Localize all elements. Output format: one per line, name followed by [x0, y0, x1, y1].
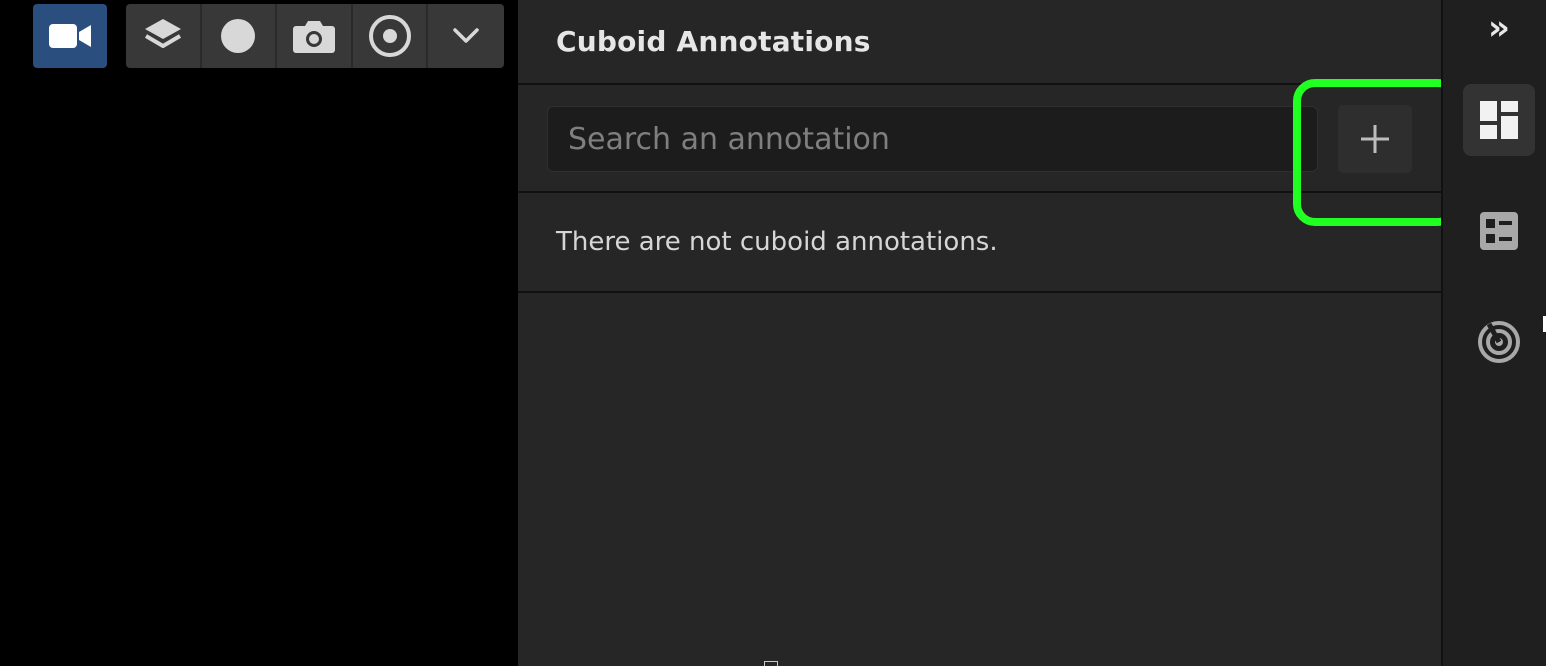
more-tools-button[interactable] — [428, 4, 504, 68]
right-sidebar: » — [1441, 0, 1546, 666]
filled-circle-icon — [221, 19, 256, 53]
list-icon — [1480, 212, 1518, 250]
add-annotation-button[interactable] — [1338, 105, 1412, 173]
empty-state: There are not cuboid annotations. — [518, 193, 1441, 293]
plus-icon — [1361, 125, 1389, 153]
target-circle-icon — [368, 15, 411, 57]
point-tool-button[interactable] — [202, 4, 278, 68]
layers-icon — [144, 19, 181, 48]
target-tool-button[interactable] — [353, 4, 429, 68]
panel-header: Cuboid Annotations — [518, 0, 1441, 85]
sidebar-item-list[interactable] — [1463, 195, 1535, 267]
camera-icon — [292, 21, 335, 53]
empty-state-message: There are not cuboid annotations. — [556, 227, 998, 257]
chevron-down-icon — [453, 28, 479, 43]
collapse-sidebar-button[interactable]: » — [1481, 8, 1517, 48]
viewport-toolbar — [126, 4, 504, 68]
app-root: Cuboid Annotations There are not cuboid … — [0, 0, 1546, 666]
sidebar-item-dashboard[interactable] — [1463, 84, 1535, 156]
radar-icon — [1478, 321, 1520, 363]
sidebar-item-radar[interactable] — [1463, 306, 1535, 378]
resize-handle[interactable] — [764, 661, 778, 666]
dashboard-icon — [1480, 101, 1518, 139]
search-row — [518, 85, 1441, 193]
cuboid-annotations-panel: Cuboid Annotations There are not cuboid … — [518, 0, 1441, 666]
viewport[interactable] — [0, 0, 518, 666]
layers-tool-button[interactable] — [126, 4, 202, 68]
annotation-search-input[interactable] — [547, 106, 1318, 172]
video-camera-button[interactable] — [33, 4, 107, 68]
panel-title: Cuboid Annotations — [556, 25, 871, 58]
video-camera-icon — [49, 24, 91, 48]
snapshot-tool-button[interactable] — [277, 4, 353, 68]
